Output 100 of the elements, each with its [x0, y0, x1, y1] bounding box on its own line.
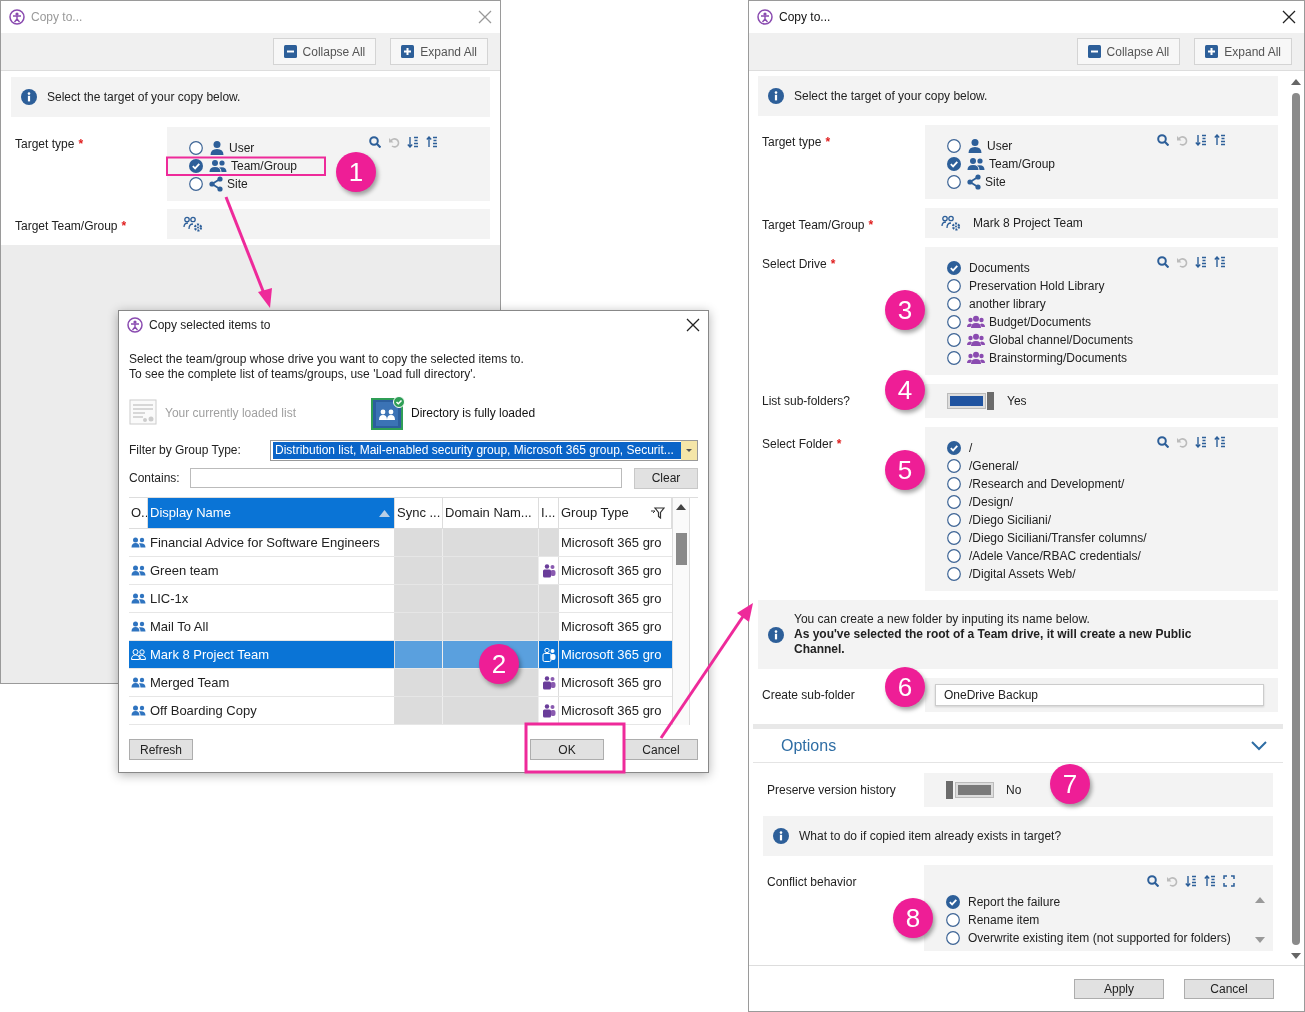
radio-option[interactable]: Overwrite existing item (not supported for folders) — [946, 929, 1231, 947]
search-icon[interactable] — [1157, 134, 1169, 146]
search-icon[interactable] — [1157, 256, 1169, 268]
checked-radio-icon[interactable] — [947, 157, 961, 171]
column-header[interactable]: Sync ... — [395, 498, 443, 528]
apply-button[interactable]: Apply — [1074, 978, 1164, 999]
contains-input[interactable] — [190, 468, 622, 488]
radio-icon[interactable] — [189, 141, 203, 155]
search-icon[interactable] — [369, 136, 381, 148]
collapse-all-button[interactable]: Collapse All — [1076, 38, 1181, 65]
close-icon[interactable] — [686, 318, 700, 332]
radio-option[interactable]: /Research and Development/ — [947, 475, 1125, 493]
input-field[interactable]: OneDrive Backup — [935, 684, 1264, 706]
radio-icon[interactable] — [947, 139, 961, 153]
checked-radio-icon[interactable] — [947, 261, 961, 275]
checked-radio-icon[interactable] — [946, 895, 960, 909]
source-option[interactable]: Directory is fully loaded — [371, 396, 536, 430]
table-row[interactable]: Off Boarding Copy Microsoft 365 gro — [129, 697, 672, 725]
radio-icon[interactable] — [947, 351, 961, 365]
radio-option[interactable]: Rename item — [946, 911, 1040, 929]
radio-icon[interactable] — [947, 175, 961, 189]
scroll-down-icon[interactable] — [1255, 937, 1265, 943]
close-icon[interactable] — [1282, 10, 1296, 24]
radio-option[interactable]: /General/ — [947, 457, 1019, 475]
radio-option[interactable]: Budget/Documents — [947, 313, 1092, 331]
radio-icon[interactable] — [946, 913, 960, 927]
radio-option[interactable]: Documents — [947, 259, 1030, 277]
radio-option[interactable]: Report the failure — [946, 893, 1061, 911]
radio-option[interactable]: Site — [189, 175, 248, 193]
scroll-up-icon[interactable] — [676, 504, 686, 510]
sort-indicator-icon[interactable] — [379, 509, 390, 517]
radio-icon[interactable] — [946, 931, 960, 945]
radio-icon[interactable] — [947, 333, 961, 347]
sort-ascending-icon[interactable] — [1195, 436, 1207, 448]
radio-icon[interactable] — [947, 279, 961, 293]
toggle-switch[interactable] — [947, 392, 995, 410]
radio-icon[interactable] — [947, 315, 961, 329]
collapse-all-button[interactable]: Collapse All — [272, 38, 377, 65]
search-icon[interactable] — [1157, 436, 1169, 448]
table-row[interactable]: LIC-1x Microsoft 365 gro — [129, 585, 672, 613]
refresh-button[interactable]: Refresh — [129, 739, 193, 760]
radio-option[interactable]: Brainstorming/Documents — [947, 349, 1128, 367]
filter-icon[interactable] — [651, 507, 665, 519]
radio-option[interactable]: another library — [947, 295, 1046, 313]
sort-descending-icon[interactable] — [426, 136, 438, 148]
clear-button[interactable]: Clear — [634, 467, 698, 489]
radio-option[interactable]: / — [947, 439, 973, 457]
radio-icon[interactable] — [947, 495, 961, 509]
scroll-thumb[interactable] — [1292, 93, 1300, 945]
radio-option[interactable]: /Digital Assets Web/ — [947, 565, 1076, 583]
radio-option[interactable]: /Design/ — [947, 493, 1014, 511]
radio-icon[interactable] — [947, 549, 961, 563]
radio-icon[interactable] — [189, 177, 203, 191]
table-row[interactable]: Financial Advice for Software Engineers Microsoft 365 gro — [129, 529, 672, 557]
sort-ascending-icon[interactable] — [407, 136, 419, 148]
column-header[interactable]: I... — [539, 498, 559, 528]
expand-all-button[interactable]: Expand All — [1194, 38, 1292, 65]
scroll-up-icon[interactable] — [1291, 79, 1301, 85]
cancel-button[interactable]: Cancel — [624, 739, 698, 760]
sort-descending-icon[interactable] — [1214, 436, 1226, 448]
radio-option[interactable]: Team/Group — [189, 157, 298, 175]
column-header[interactable]: Domain Nam... — [443, 498, 539, 528]
sort-descending-icon[interactable] — [1214, 256, 1226, 268]
checked-radio-icon[interactable] — [947, 441, 961, 455]
radio-icon[interactable] — [947, 297, 961, 311]
expand-all-button[interactable]: Expand All — [390, 38, 488, 65]
sort-descending-icon[interactable] — [1214, 134, 1226, 146]
fullscreen-icon[interactable] — [1223, 875, 1235, 887]
group-type-dropdown[interactable]: Distribution list, Mail-enabled security group, Microsoft 365 group, Securit... — [270, 439, 698, 461]
radio-option[interactable]: Global channel/Documents — [947, 331, 1134, 349]
radio-option[interactable]: User — [189, 139, 255, 157]
radio-option[interactable]: Team/Group — [947, 155, 1056, 173]
radio-icon[interactable] — [947, 513, 961, 527]
radio-option[interactable]: /Adele Vance/RBAC credentials/ — [947, 547, 1141, 565]
radio-option[interactable]: Preservation Hold Library — [947, 277, 1105, 295]
table-row[interactable]: Mail To All Microsoft 365 gro — [129, 613, 672, 641]
radio-icon[interactable] — [947, 459, 961, 473]
column-header[interactable]: Display Name — [148, 498, 395, 528]
radio-icon[interactable] — [947, 477, 961, 491]
sort-descending-icon[interactable] — [1204, 875, 1216, 887]
table-row[interactable]: Green team Microsoft 365 gro — [129, 557, 672, 585]
radio-option[interactable]: Site — [947, 173, 1006, 191]
toggle-switch[interactable] — [946, 781, 994, 799]
ok-button[interactable]: OK — [530, 739, 604, 760]
chevron-down-icon[interactable] — [1251, 740, 1267, 751]
radio-icon[interactable] — [947, 531, 961, 545]
cancel-button[interactable]: Cancel — [1184, 978, 1274, 999]
scroll-down-icon[interactable] — [1291, 953, 1301, 959]
sort-ascending-icon[interactable] — [1185, 875, 1197, 887]
radio-option[interactable]: User — [947, 137, 1013, 155]
search-icon[interactable] — [1147, 875, 1159, 887]
checked-radio-icon[interactable] — [189, 159, 203, 173]
sort-ascending-icon[interactable] — [1195, 256, 1207, 268]
options-header[interactable]: Options — [753, 729, 1283, 763]
group-icon — [131, 565, 146, 576]
radio-option[interactable]: /Diego Siciliani/ — [947, 511, 1052, 529]
radio-option[interactable]: /Diego Siciliani/Transfer columns/ — [947, 529, 1147, 547]
scroll-thumb[interactable] — [676, 533, 687, 565]
sort-ascending-icon[interactable] — [1195, 134, 1207, 146]
radio-icon[interactable] — [947, 567, 961, 581]
